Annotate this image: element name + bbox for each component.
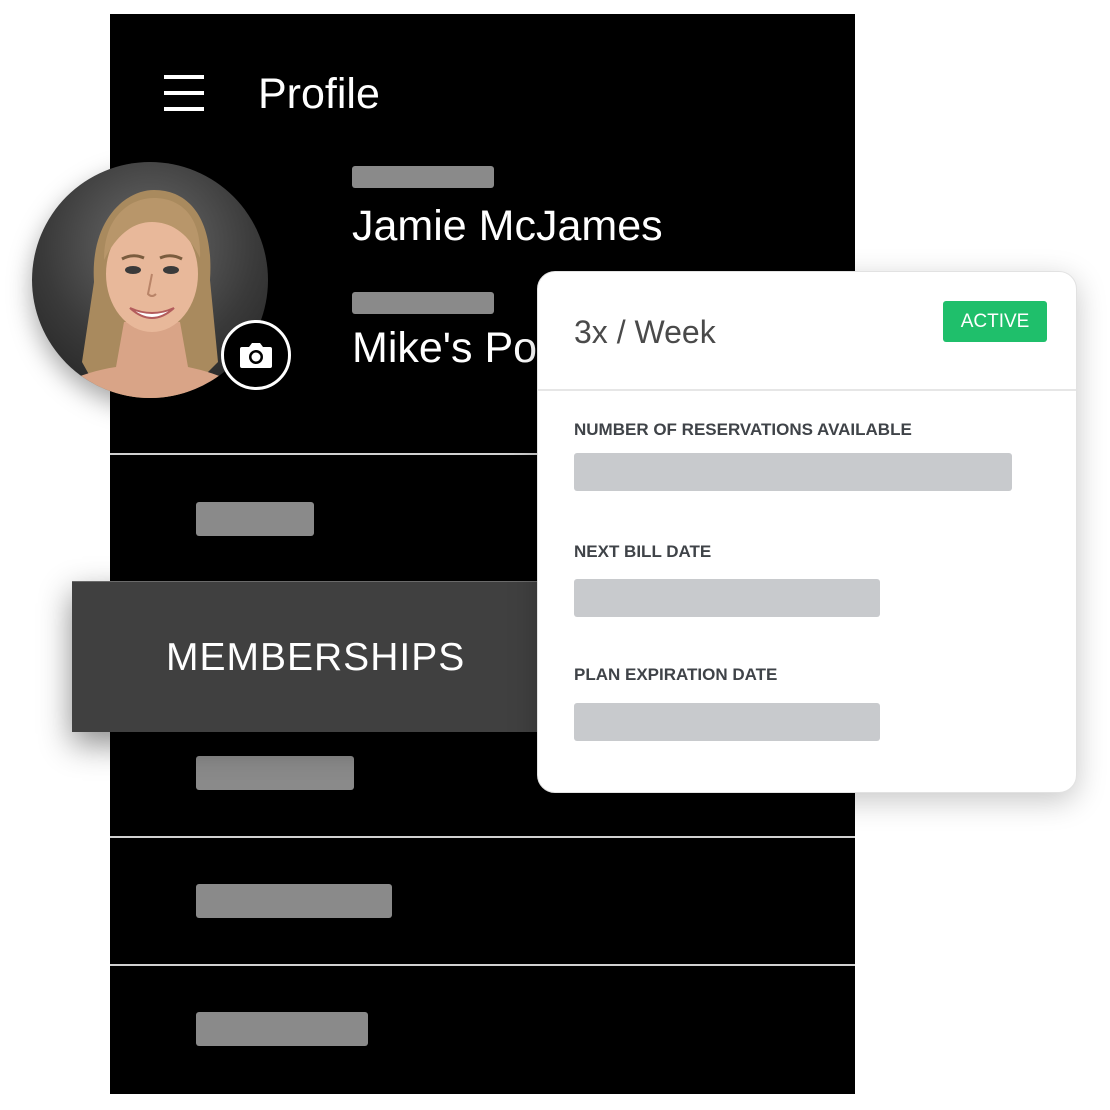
gym-label-placeholder: [352, 292, 494, 314]
change-photo-button[interactable]: [221, 320, 291, 390]
menu-item-placeholder: [196, 884, 392, 918]
hamburger-line: [164, 75, 204, 79]
hamburger-line: [164, 107, 204, 111]
plan-expiration-date-value-placeholder: [574, 703, 880, 741]
card-divider: [538, 389, 1076, 391]
plan-expiration-date-label: PLAN EXPIRATION DATE: [574, 665, 778, 684]
membership-card: 3x / Week ACTIVE NUMBER OF RESERVATIONS …: [537, 271, 1077, 793]
status-badge: ACTIVE: [943, 301, 1047, 342]
next-bill-date-label: NEXT BILL DATE: [574, 542, 712, 561]
plan-name: 3x / Week: [574, 314, 716, 350]
reservations-label: NUMBER OF RESERVATIONS AVAILABLE: [574, 420, 912, 439]
menu-item[interactable]: [110, 838, 855, 964]
reservations-value-placeholder: [574, 453, 1012, 491]
next-bill-date-value-placeholder: [574, 579, 880, 617]
page-title: Profile: [258, 70, 380, 118]
menu-item-placeholder: [196, 1012, 368, 1046]
menu-item-placeholder: [196, 502, 314, 536]
hamburger-icon[interactable]: [164, 75, 204, 111]
user-name: Jamie McJames: [352, 202, 663, 250]
menu-item-placeholder: [196, 756, 354, 790]
hamburger-line: [164, 91, 204, 95]
menu-item[interactable]: [110, 966, 855, 1092]
name-label-placeholder: [352, 166, 494, 188]
menu-item-memberships[interactable]: MEMBERSHIPS: [72, 581, 592, 732]
gym-name: Mike's Pov: [352, 324, 559, 372]
camera-icon: [240, 343, 272, 368]
menu-item-label: MEMBERSHIPS: [166, 636, 466, 679]
